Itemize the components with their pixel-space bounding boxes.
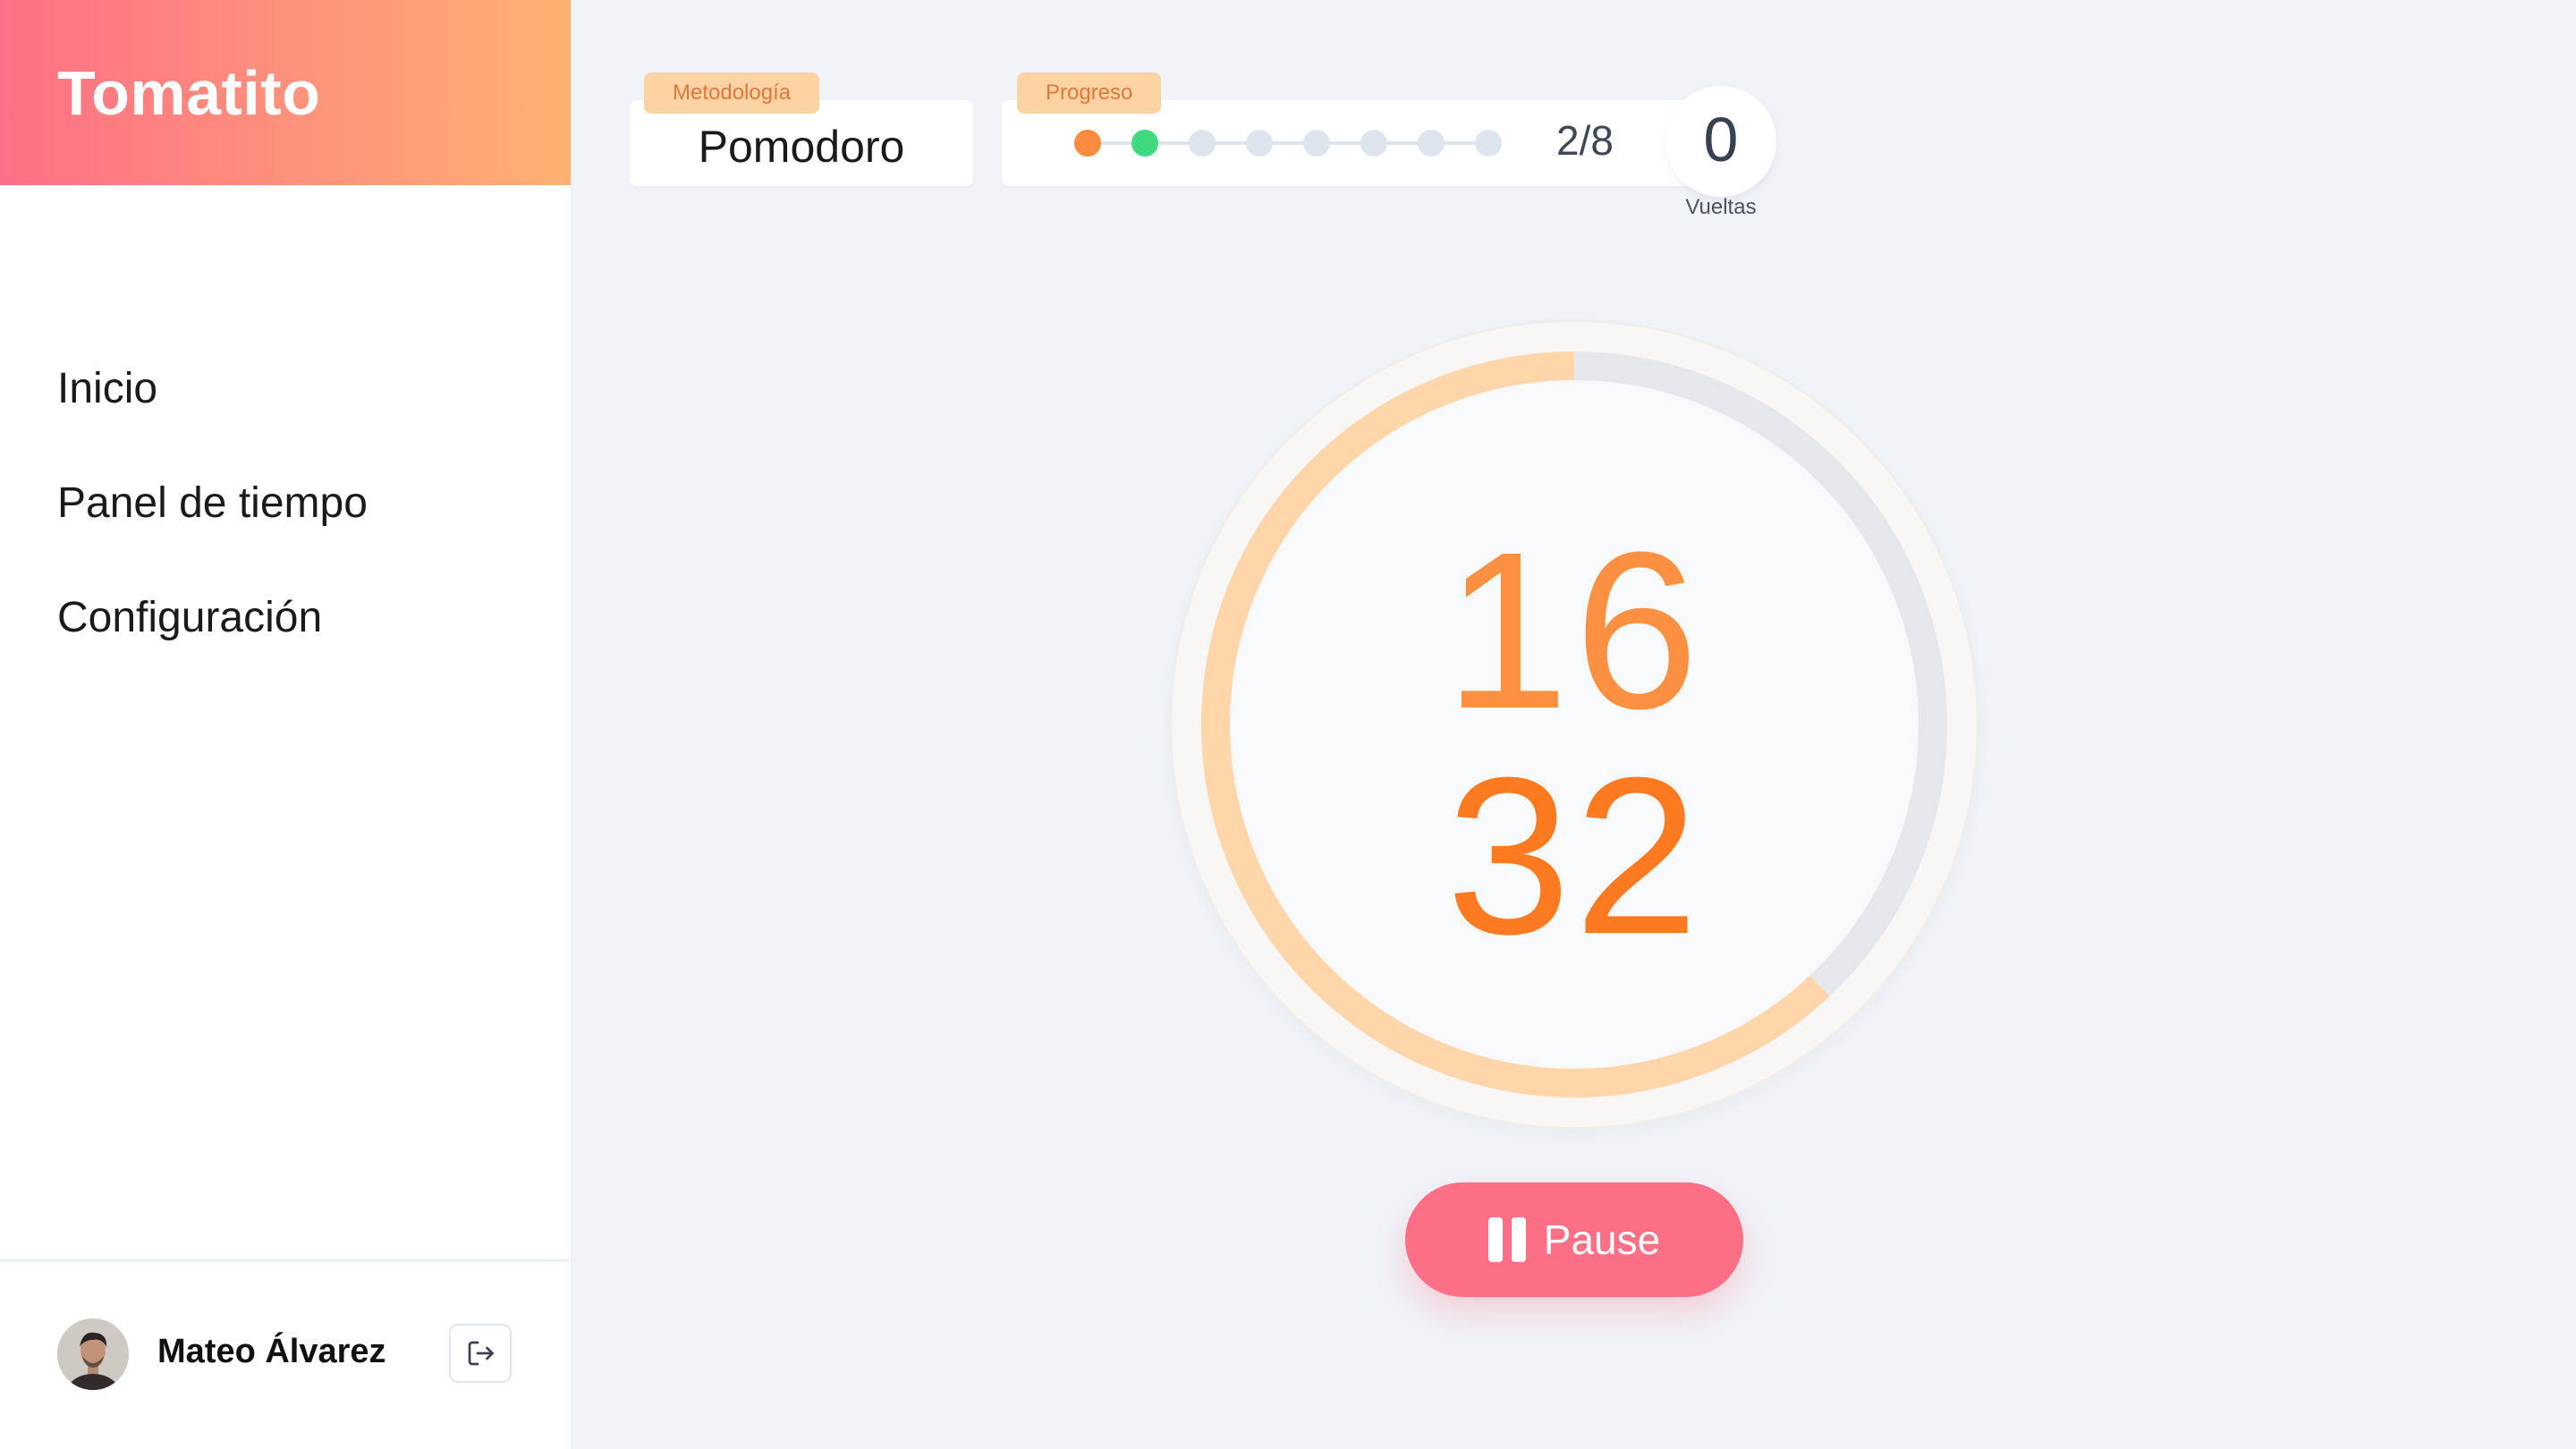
user-footer: Mateo Álvarez [0, 1259, 569, 1449]
brand-header: Tomatito [0, 0, 571, 185]
avatar [57, 1318, 129, 1390]
progress-tag: Progreso [1017, 72, 1162, 114]
sidebar-item-panel-de-tiempo[interactable]: Panel de tiempo [57, 468, 368, 582]
progress-dot [1131, 130, 1158, 157]
progress-count: 2/8 [1556, 117, 1614, 164]
progress-dot [1189, 130, 1216, 157]
progress-dot [1360, 130, 1387, 157]
method-tag: Metodología [644, 72, 820, 114]
pause-label: Pause [1543, 1216, 1661, 1263]
laps-counter: 0 [1665, 86, 1776, 197]
sidebar-nav: Inicio Panel de tiempo Configuración [57, 353, 368, 697]
progress-dot [1418, 130, 1445, 157]
logout-icon [468, 1341, 494, 1366]
laps-label: Vueltas [1685, 195, 1757, 219]
progress-dot [1475, 130, 1502, 157]
sidebar: Tomatito Inicio Panel de tiempo Configur… [0, 0, 572, 1449]
user-name: Mateo Álvarez [157, 1333, 386, 1370]
progress-dot [1074, 130, 1101, 157]
app-title: Tomatito [57, 57, 321, 128]
pause-button[interactable]: Pause [1405, 1182, 1743, 1297]
progress-dot [1303, 130, 1330, 157]
progress-dot [1246, 130, 1273, 157]
sidebar-item-configuracion[interactable]: Configuración [57, 582, 368, 697]
timer-minutes: 16 [1444, 505, 1705, 755]
laps-value: 0 [1703, 105, 1739, 174]
sidebar-item-inicio[interactable]: Inicio [57, 353, 368, 468]
avatar-image [57, 1318, 129, 1390]
timer: 16 32 [1172, 322, 1977, 1127]
pause-icon [1487, 1217, 1526, 1262]
timer-seconds: 32 [1445, 731, 1703, 980]
logout-button[interactable] [449, 1324, 512, 1383]
